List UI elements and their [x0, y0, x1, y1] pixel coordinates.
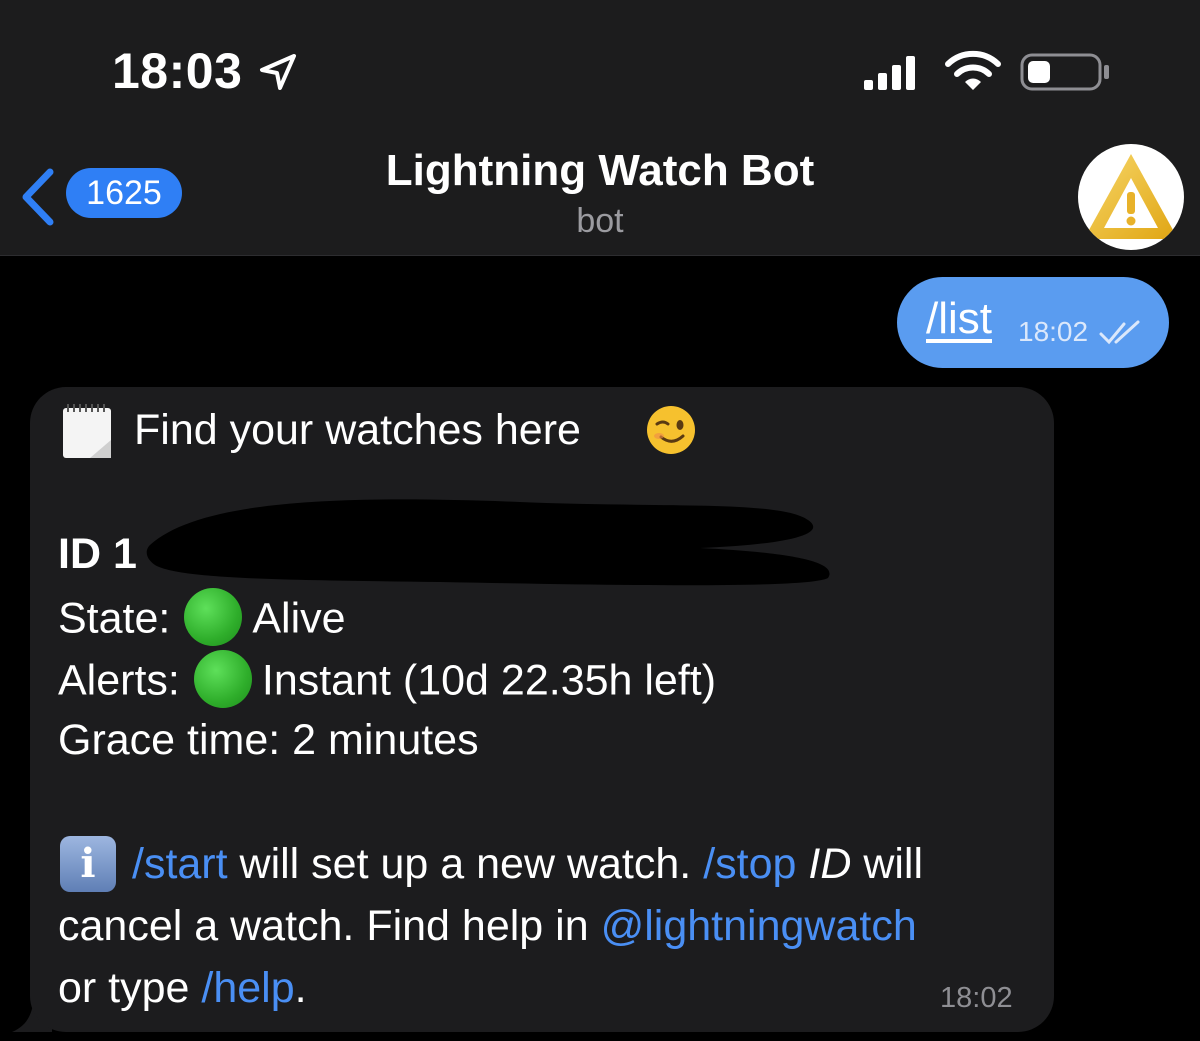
- outgoing-message-time: 18:02: [1018, 316, 1089, 347]
- notepad-icon: [63, 404, 111, 458]
- state-value: Alive: [252, 594, 346, 643]
- help-text-5: .: [294, 964, 307, 1012]
- alerts-value: Instant (10d 22.35h left): [261, 656, 717, 705]
- help-text-2: will: [851, 840, 924, 888]
- chat-header: 1625 Lightning Watch Bot bot: [0, 140, 1200, 256]
- stop-arg: ID: [796, 840, 852, 888]
- status-bar: 18:03: [0, 0, 1200, 140]
- help-text-4: or type: [58, 964, 202, 1012]
- cellular-signal-icon: [864, 56, 915, 90]
- alerts-row: Alerts: Instant (10d 22.35h left): [58, 650, 717, 712]
- bot-avatar[interactable]: [1078, 144, 1184, 250]
- state-row: State: Alive: [58, 588, 346, 650]
- incoming-message-time: 18:02: [940, 982, 1013, 1014]
- green-circle-icon: [184, 588, 243, 646]
- double-check-icon: [1099, 320, 1140, 345]
- help-line-1: /start will set up a new watch. /stop ID…: [132, 840, 923, 889]
- info-letter: i: [80, 840, 96, 887]
- help-text-1: will set up a new watch.: [227, 840, 704, 888]
- information-icon: i: [60, 836, 116, 892]
- stop-command-link[interactable]: /stop: [703, 840, 796, 888]
- redaction-scribble: [146, 499, 830, 586]
- start-command-link[interactable]: /start: [132, 840, 228, 888]
- help-line-3: or type /help.: [58, 964, 307, 1013]
- state-label: State:: [58, 594, 171, 643]
- location-arrow-icon: [260, 54, 296, 90]
- wifi-icon: [945, 50, 1001, 90]
- status-time: 18:03: [112, 43, 243, 99]
- message-header: Find your watches here: [134, 406, 581, 454]
- help-line-2: cancel a watch. Find help in @lightningw…: [58, 902, 917, 951]
- help-text-3: cancel a watch. Find help in: [58, 902, 601, 950]
- lightningwatch-handle-link[interactable]: @lightningwatch: [601, 902, 917, 950]
- outgoing-command-link[interactable]: /list: [926, 294, 992, 344]
- watch-id: ID 1: [58, 530, 137, 578]
- help-command-link[interactable]: /help: [201, 964, 294, 1012]
- green-circle-icon: [193, 650, 252, 708]
- grace-time: Grace time: 2 minutes: [58, 716, 479, 764]
- battery-icon: [1020, 53, 1109, 91]
- warning-triangle-icon: [1084, 154, 1178, 239]
- chat-title[interactable]: Lightning Watch Bot: [0, 146, 1200, 196]
- winking-face-icon: [647, 406, 695, 454]
- alerts-label: Alerts:: [58, 656, 180, 705]
- chat-subtitle: bot: [576, 202, 624, 240]
